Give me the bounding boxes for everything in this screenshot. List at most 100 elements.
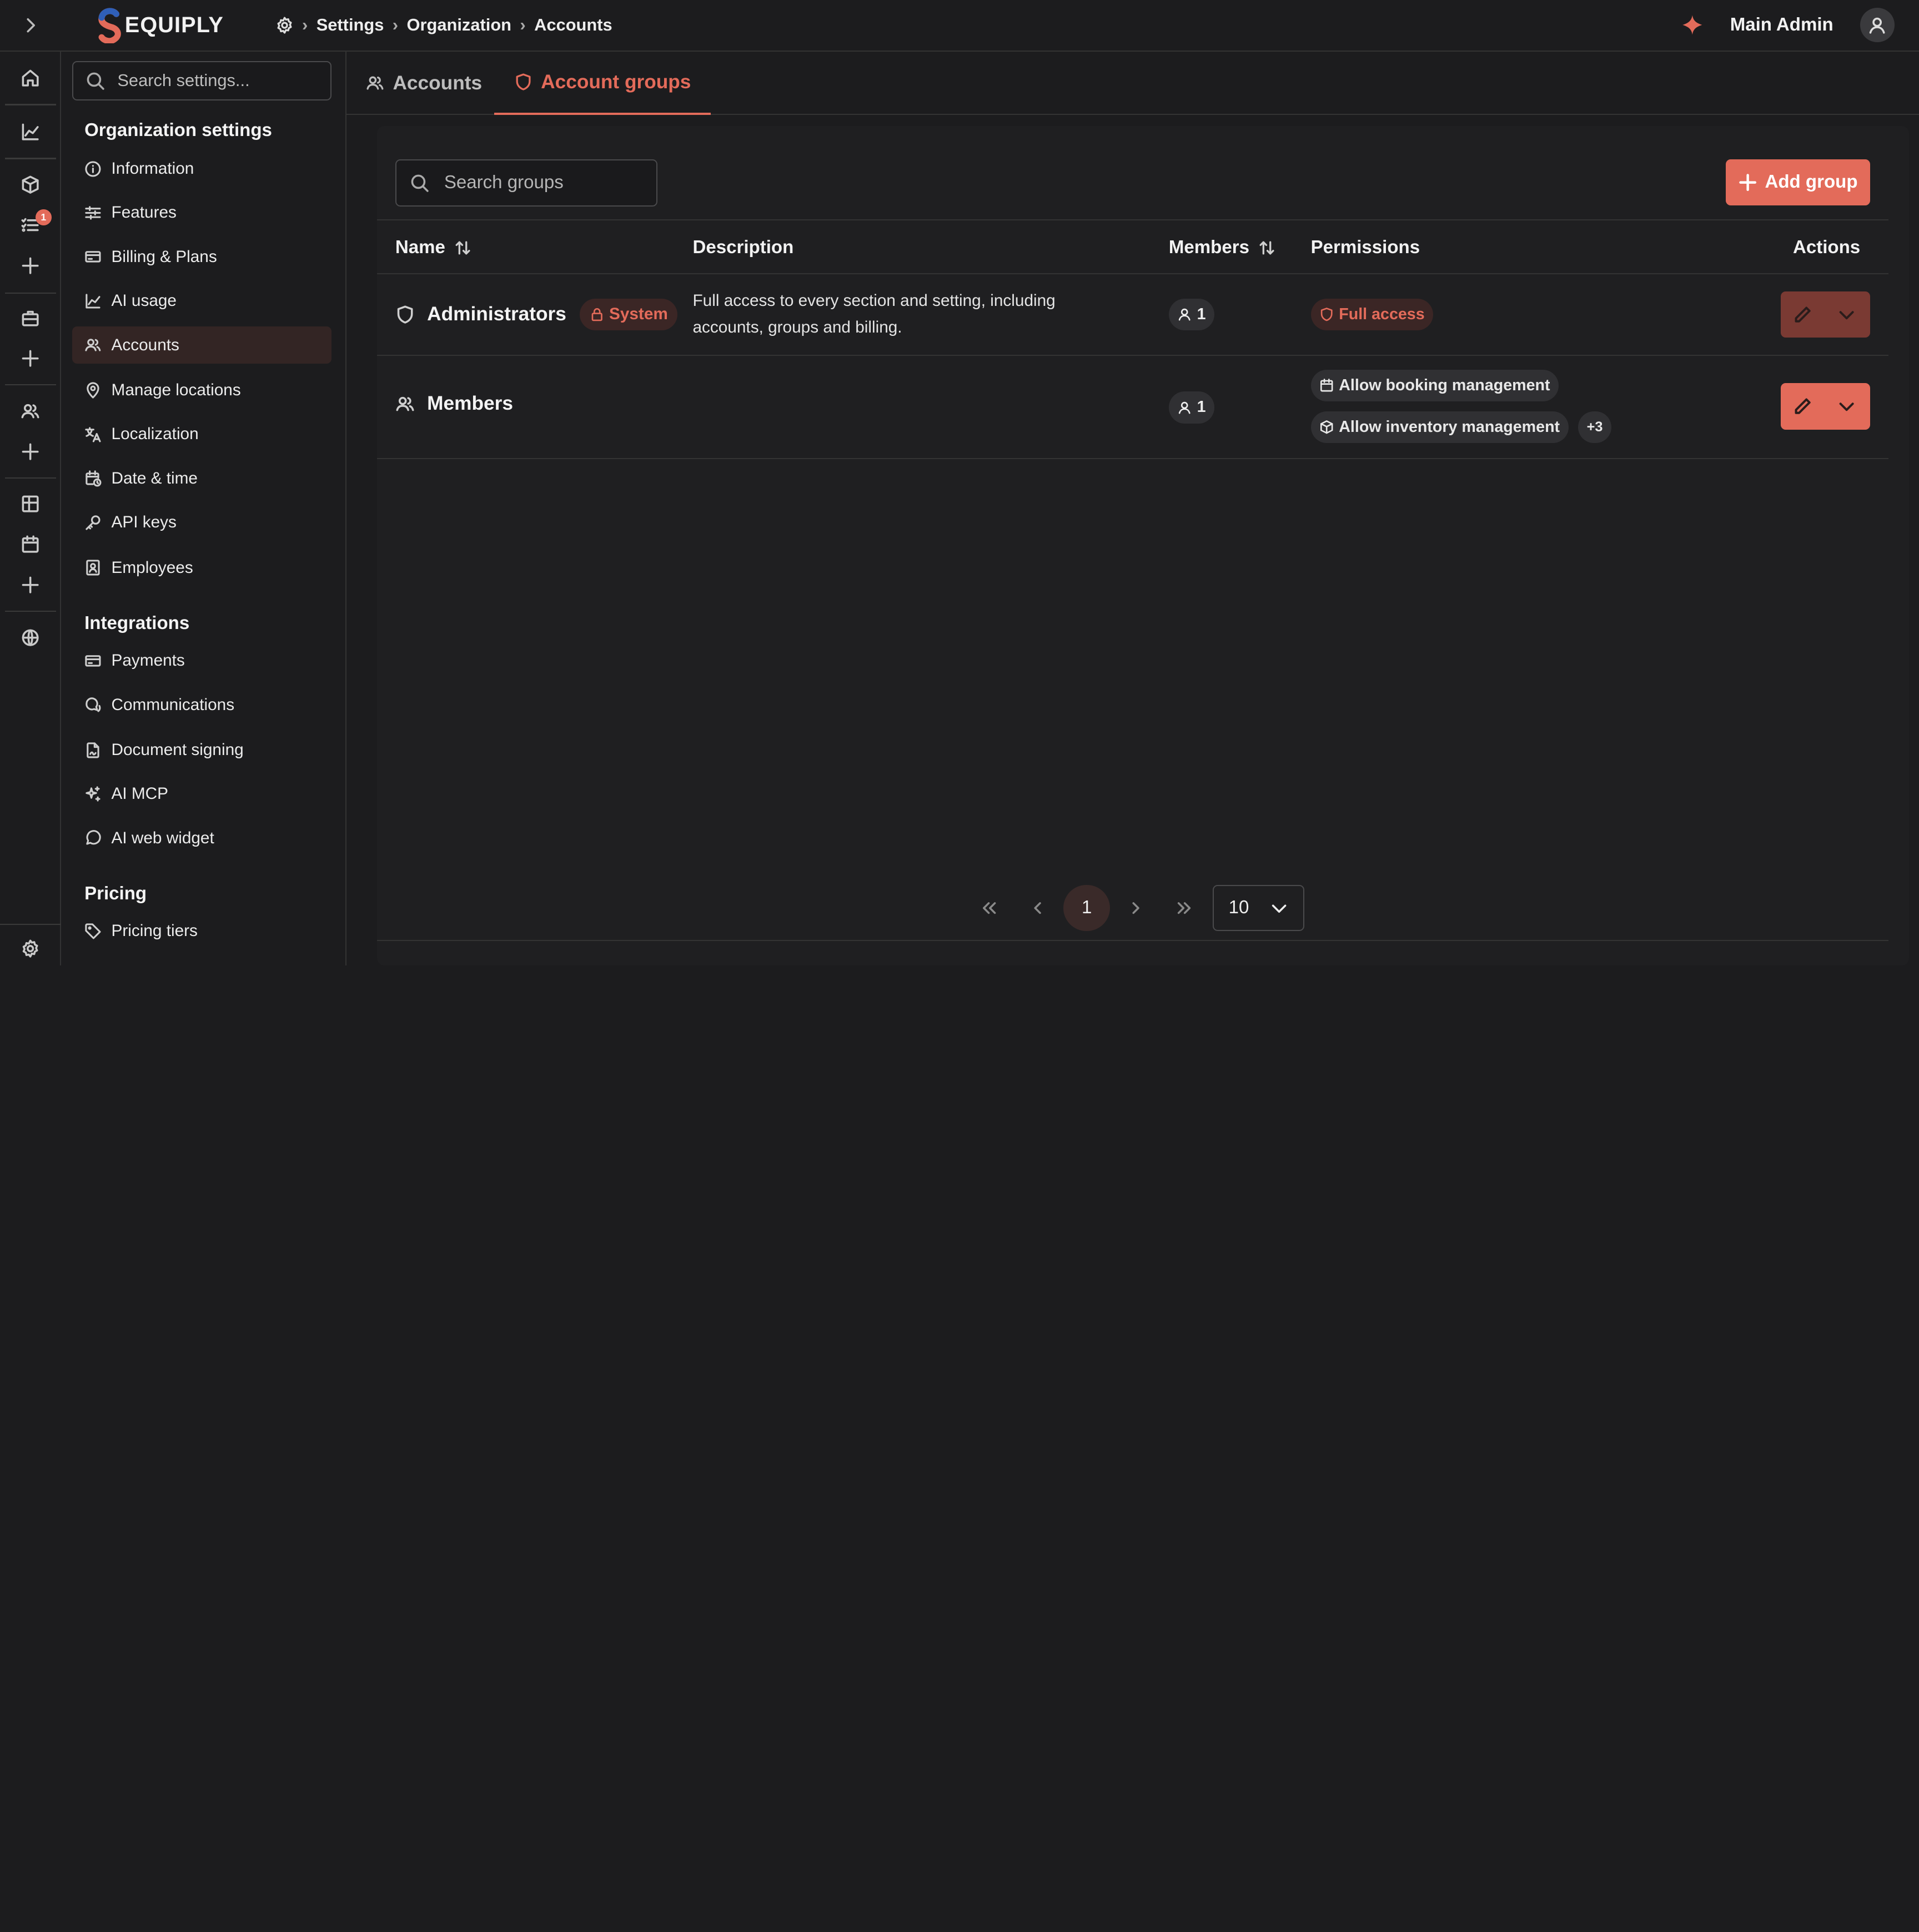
rail-home[interactable] [0, 61, 61, 95]
previous-page-button[interactable] [1013, 885, 1062, 932]
group-name[interactable]: Members [427, 393, 513, 415]
rail-add-customer[interactable] [0, 434, 61, 469]
rail-add-kit[interactable] [0, 341, 61, 376]
edit-group-button[interactable] [1781, 291, 1825, 338]
sidebar-item-ai-mcp[interactable]: AI MCP [72, 776, 331, 812]
settings-sidebar: Organization settings Information Featur… [62, 51, 346, 966]
rail-divider [4, 104, 57, 105]
rail-settings[interactable] [0, 931, 61, 965]
members-count: 1 [1197, 398, 1206, 416]
sparkle-icon[interactable] [1681, 14, 1704, 36]
table-row[interactable]: Members 1 Allow booking management Allow… [376, 356, 1888, 459]
permissions-cell: Full access [1310, 298, 1434, 331]
user-avatar[interactable] [1860, 8, 1895, 43]
breadcrumb-organization[interactable]: Organization [407, 15, 512, 35]
search-icon [87, 72, 104, 90]
plus-icon [22, 443, 39, 460]
per-page-select[interactable]: 10 [1213, 884, 1305, 932]
column-actions-label: Actions [1792, 237, 1861, 258]
sidebar-item-label: Localization [111, 425, 199, 444]
tab-account-groups[interactable]: Account groups [494, 52, 711, 115]
column-actions: Actions [1793, 220, 1860, 275]
row-actions-menu-button[interactable] [1825, 383, 1868, 430]
more-permissions-badge[interactable]: +3 [1578, 411, 1611, 443]
rail-inventory[interactable] [0, 168, 61, 202]
groups-search-input[interactable] [444, 172, 652, 194]
members-cell: 1 [1168, 298, 1214, 331]
chevron-down-icon [1839, 311, 1854, 319]
rail-website[interactable] [0, 620, 61, 655]
sidebar-item-label: Features [111, 203, 177, 222]
shield-icon [397, 305, 413, 324]
sidebar-item-billing[interactable]: Billing & Plans [72, 239, 331, 275]
row-actions-menu-button[interactable] [1825, 291, 1868, 338]
tab-accounts[interactable]: Accounts [366, 52, 482, 115]
rail-analytics[interactable] [0, 115, 61, 149]
members-cell: 1 [1168, 391, 1214, 424]
users-icon [85, 339, 101, 351]
column-name[interactable]: Name [395, 220, 472, 275]
groups-search[interactable] [395, 159, 657, 207]
chevrons-right-icon [1177, 902, 1191, 914]
calendar-icon [22, 535, 39, 553]
sidebar-item-payments[interactable]: Payments [72, 642, 331, 679]
first-page-button[interactable] [964, 885, 1013, 932]
rail-bookings[interactable] [0, 527, 61, 562]
sidebar-item-ai-usage[interactable]: AI usage [72, 283, 331, 319]
column-permissions: Permissions [1311, 220, 1420, 275]
box-icon [22, 175, 39, 194]
sort-icon[interactable] [1258, 239, 1276, 257]
breadcrumb-separator: › [302, 15, 308, 35]
sort-icon[interactable] [454, 239, 472, 257]
sidebar-item-localization[interactable]: Localization [72, 416, 331, 452]
members-count: 1 [1197, 305, 1206, 323]
expand-sidebar-button[interactable] [0, 0, 61, 51]
rail-add-item[interactable] [0, 248, 61, 283]
settings-search[interactable] [72, 61, 332, 100]
users-icon [366, 76, 384, 90]
members-count-badge: 1 [1168, 298, 1214, 331]
plus-icon [22, 350, 39, 367]
sidebar-item-employees[interactable]: Employees [72, 550, 331, 586]
sidebar-item-pricing-tiers[interactable]: Pricing tiers [72, 913, 331, 949]
pencil-icon [1795, 306, 1811, 323]
rail-customers[interactable] [0, 394, 61, 429]
breadcrumb-accounts[interactable]: Accounts [534, 15, 612, 35]
user-name[interactable]: Main Admin [1730, 14, 1833, 36]
rail-grid[interactable] [0, 487, 61, 521]
sidebar-item-api-keys[interactable]: API keys [72, 504, 331, 541]
table-row[interactable]: Administrators System Full access to eve… [376, 274, 1888, 356]
logo[interactable]: EQUIPLY [96, 7, 224, 44]
section-title-pricing: Pricing [84, 883, 147, 904]
top-bar: EQUIPLY › Settings › Organization › Acco… [0, 0, 1919, 52]
page-number-current[interactable]: 1 [1063, 884, 1111, 932]
briefcase-icon [22, 311, 39, 327]
rail-add-booking[interactable] [0, 568, 61, 602]
column-members[interactable]: Members [1169, 220, 1277, 275]
sidebar-item-manage-locations[interactable]: Manage locations [72, 372, 331, 409]
sidebar-item-information[interactable]: Information [72, 150, 331, 187]
group-name[interactable]: Administrators [427, 303, 566, 325]
breadcrumb-settings[interactable]: Settings [317, 15, 384, 35]
sidebar-item-label: Document signing [111, 741, 244, 759]
table-header: Name Description Members Permissions Act… [376, 219, 1888, 275]
sidebar-item-accounts[interactable]: Accounts [72, 326, 332, 364]
panel-divider [376, 939, 1888, 941]
sidebar-item-ai-web-widget[interactable]: AI web widget [72, 820, 331, 857]
rail-kits[interactable] [0, 301, 61, 335]
last-page-button[interactable] [1160, 885, 1209, 932]
rail-tasks[interactable]: 1 [0, 208, 61, 243]
sidebar-item-label: Payments [111, 651, 185, 670]
sidebar-item-date-time[interactable]: Date & time [72, 460, 331, 497]
sidebar-item-document-signing[interactable]: Document signing [72, 732, 331, 768]
sidebar-item-features[interactable]: Features [72, 194, 331, 231]
calendar-clock-icon [86, 470, 102, 487]
gear-icon[interactable] [275, 16, 294, 34]
lock-icon [591, 308, 602, 321]
sidebar-item-label: Pricing tiers [111, 922, 198, 940]
settings-search-input[interactable] [117, 71, 326, 91]
sidebar-item-communications[interactable]: Communications [72, 686, 331, 723]
next-page-button[interactable] [1111, 885, 1160, 932]
add-group-button[interactable]: Add group [1725, 159, 1870, 206]
edit-group-button[interactable] [1781, 383, 1825, 430]
